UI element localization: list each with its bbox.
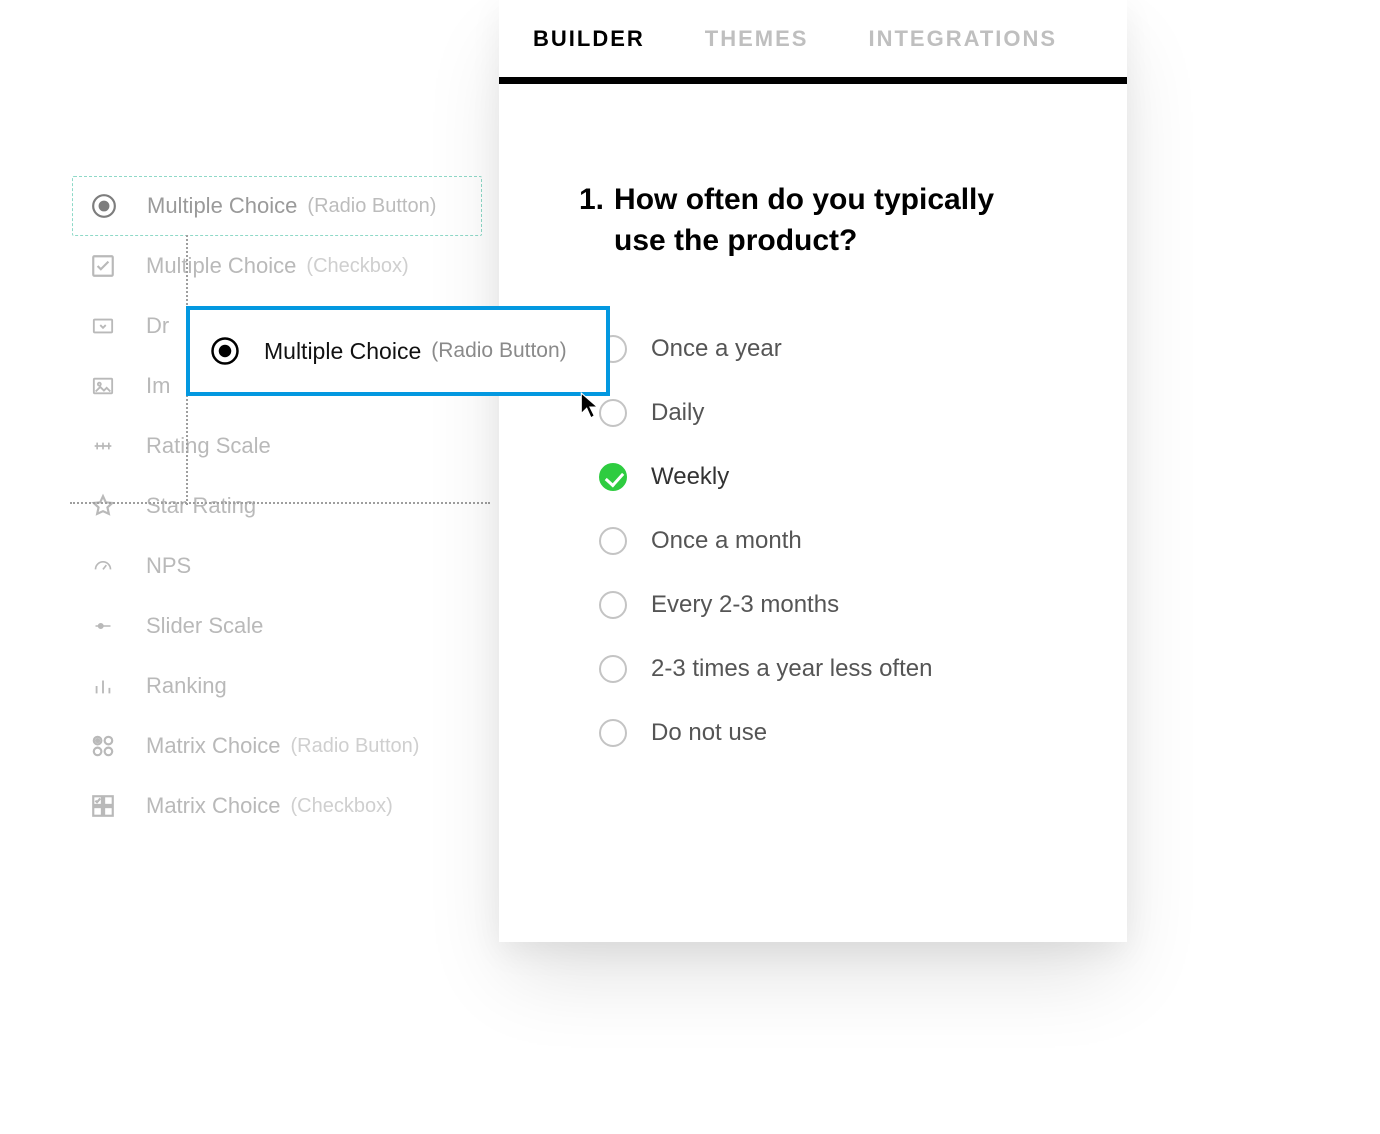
ranking-icon xyxy=(90,673,116,699)
option-label: Weekly xyxy=(651,463,729,491)
builder-panel: BUILDER THEMES INTEGRATIONS 1. How often… xyxy=(499,0,1127,942)
palette-item-rating-scale[interactable]: Rating Scale xyxy=(72,416,482,476)
palette-item-nps[interactable]: NPS xyxy=(72,536,482,596)
radio-icon xyxy=(599,527,627,555)
palette-item-label: Im xyxy=(146,373,170,399)
option-do-not-use[interactable]: Do not use xyxy=(599,701,1047,765)
option-label: Once a month xyxy=(651,527,802,555)
palette-item-slider-scale[interactable]: Slider Scale xyxy=(72,596,482,656)
palette-item-mc-checkbox[interactable]: Multiple Choice (Checkbox) xyxy=(72,236,482,296)
palette-item-sublabel: (Radio Button) xyxy=(290,735,419,758)
palette-item-sublabel: (Radio Button) xyxy=(307,195,436,218)
builder-tabs: BUILDER THEMES INTEGRATIONS xyxy=(499,0,1127,84)
palette-item-sublabel: (Checkbox) xyxy=(290,795,392,818)
palette-item-label: Multiple Choice xyxy=(146,253,296,279)
option-label: Daily xyxy=(651,399,704,427)
option-daily[interactable]: Daily xyxy=(599,381,1047,445)
palette-item-label: Dr xyxy=(146,313,169,339)
option-every-2-3-months[interactable]: Every 2-3 months xyxy=(599,573,1047,637)
tab-themes[interactable]: THEMES xyxy=(705,26,809,52)
palette-item-label: Matrix Choice xyxy=(146,793,280,819)
palette-item-matrix-radio[interactable]: Matrix Choice (Radio Button) xyxy=(72,716,482,776)
palette-item-mc-radio[interactable]: Multiple Choice (Radio Button) xyxy=(72,176,482,236)
radio-icon xyxy=(599,655,627,683)
radio-icon xyxy=(599,591,627,619)
palette-item-label: NPS xyxy=(146,553,191,579)
question-number: 1. xyxy=(579,180,604,261)
checkbox-icon xyxy=(90,253,116,279)
matrix-radio-icon xyxy=(90,733,116,759)
slider-icon xyxy=(90,613,116,639)
tab-builder[interactable]: BUILDER xyxy=(533,26,645,52)
dragging-question-type[interactable]: Multiple Choice (Radio Button) xyxy=(186,306,610,396)
drag-guide-horizontal xyxy=(70,502,490,504)
radio-icon xyxy=(91,193,117,219)
matrix-check-icon xyxy=(90,793,116,819)
radio-icon xyxy=(599,399,627,427)
palette-item-label: Star Rating xyxy=(146,493,256,519)
question-type-palette: Multiple Choice (Radio Button) Multiple … xyxy=(72,176,482,836)
palette-item-label: Rating Scale xyxy=(146,433,271,459)
option-2-3-times-a-year[interactable]: 2-3 times a year less often xyxy=(599,637,1047,701)
question-title: 1. How often do you typically use the pr… xyxy=(579,180,1047,261)
question-text: How often do you typically use the produ… xyxy=(614,180,1047,261)
palette-item-label: Matrix Choice xyxy=(146,733,280,759)
radio-selected-icon xyxy=(599,463,627,491)
palette-item-star-rating[interactable]: Star Rating xyxy=(72,476,482,536)
palette-item-label: Slider Scale xyxy=(146,613,263,639)
drag-card-label: Multiple Choice xyxy=(264,338,421,365)
radio-icon xyxy=(599,719,627,747)
radio-icon xyxy=(210,336,240,366)
drag-card-sublabel: (Radio Button) xyxy=(431,339,566,363)
palette-item-sublabel: (Checkbox) xyxy=(306,255,408,278)
tab-integrations[interactable]: INTEGRATIONS xyxy=(868,26,1057,52)
cursor-icon xyxy=(580,392,602,420)
question-block: 1. How often do you typically use the pr… xyxy=(499,84,1127,765)
option-label: Once a year xyxy=(651,335,782,363)
option-label: Do not use xyxy=(651,719,767,747)
gauge-icon xyxy=(90,553,116,579)
palette-item-label: Ranking xyxy=(146,673,227,699)
option-label: 2-3 times a year less often xyxy=(651,655,932,683)
star-icon xyxy=(90,493,116,519)
option-weekly[interactable]: Weekly xyxy=(599,445,1047,509)
palette-item-ranking[interactable]: Ranking xyxy=(72,656,482,716)
palette-item-label: Multiple Choice xyxy=(147,193,297,219)
dropdown-icon xyxy=(90,313,116,339)
image-icon xyxy=(90,373,116,399)
option-once-a-month[interactable]: Once a month xyxy=(599,509,1047,573)
question-options: Once a year Daily Weekly Once a month Ev… xyxy=(579,317,1047,765)
option-once-a-year[interactable]: Once a year xyxy=(599,317,1047,381)
rating-scale-icon xyxy=(90,433,116,459)
option-label: Every 2-3 months xyxy=(651,591,839,619)
palette-item-matrix-checkbox[interactable]: Matrix Choice (Checkbox) xyxy=(72,776,482,836)
